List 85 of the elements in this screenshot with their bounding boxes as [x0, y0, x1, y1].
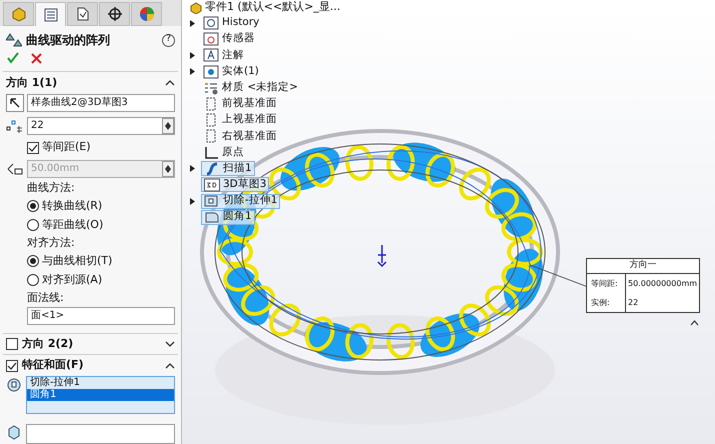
radio-button[interactable] — [27, 255, 39, 268]
expand-chevron-icon[interactable] — [165, 341, 175, 348]
color-wheel-icon — [138, 6, 154, 22]
callout-label: 等间距: — [590, 278, 619, 290]
solid-folder-icon — [203, 64, 219, 79]
panel-tab[interactable] — [99, 2, 130, 26]
tree-item[interactable]: 材质 <未指定> — [201, 80, 300, 96]
reverse-direction-button[interactable] — [6, 94, 24, 112]
radio-label: 对齐到源(A) — [42, 272, 102, 288]
ok-check-icon[interactable] — [7, 52, 19, 64]
tree-item[interactable]: 切除-拉伸1 — [201, 194, 280, 209]
face-normal-field[interactable]: 面<1> — [27, 306, 175, 325]
collapse-chevron-icon[interactable] — [165, 80, 175, 86]
clock-folder-icon — [203, 16, 219, 30]
tree-item[interactable]: 圆角1 — [201, 210, 255, 225]
callout-label: 实例: — [590, 296, 611, 308]
part-icon — [190, 2, 202, 14]
leader-line — [530, 264, 588, 288]
equal-spacing-checkbox[interactable] — [27, 142, 39, 154]
tree-item[interactable]: 前视基准面 — [201, 96, 279, 112]
panel-title: 曲线驱动的阵列 — [26, 32, 111, 49]
feature-tree-icon — [10, 6, 26, 22]
cancel-x-icon[interactable] — [31, 52, 42, 64]
help-button[interactable]: ? — [162, 34, 175, 46]
collapse-chevron-icon[interactable] — [165, 362, 175, 369]
instance-count-icon — [6, 118, 24, 133]
list-item[interactable]: 切除-拉伸1 — [27, 377, 174, 389]
radio-button[interactable] — [27, 200, 39, 212]
expand-arrow-icon[interactable] — [190, 198, 194, 205]
radio-button[interactable] — [27, 219, 39, 232]
faces-list[interactable] — [26, 424, 175, 444]
tree-item[interactable]: 扫描1 — [201, 161, 255, 176]
tree-item[interactable]: 原点 — [201, 145, 246, 160]
sweep-curve-icon — [204, 162, 220, 176]
feature-selection-icon — [6, 376, 22, 392]
callout-value[interactable]: 22 — [625, 293, 699, 312]
fillet-icon — [204, 210, 220, 224]
tree-item[interactable]: 传感器 — [201, 32, 257, 47]
panel-tab[interactable] — [67, 2, 98, 26]
tree-item[interactable]: 右视基准面 — [201, 128, 279, 144]
tree-item[interactable]: 实体(1) — [201, 64, 261, 80]
tree-item[interactable]: 注解 — [201, 48, 246, 63]
cut-extrude-icon — [204, 194, 220, 208]
expand-arrow-icon[interactable] — [190, 52, 194, 59]
tree-item[interactable]: History — [201, 16, 262, 31]
crosshair-icon — [106, 6, 122, 22]
section-title: 方向 2(2) — [22, 336, 74, 352]
face-normal-label: 面法线: — [27, 290, 65, 306]
curve-method-label: 曲线方法: — [27, 180, 76, 196]
expand-arrow-icon[interactable] — [190, 165, 194, 172]
align-method-label: 对齐方法: — [27, 234, 76, 251]
spacing-dimension-icon — [6, 162, 24, 176]
origin-axes-icon — [203, 146, 219, 160]
collapse-chevron-icon[interactable] — [690, 320, 699, 326]
gauge-folder-icon — [203, 32, 219, 46]
tree-root[interactable]: 零件1 (默认<<默认>_显... — [205, 0, 340, 16]
spin-buttons[interactable] — [162, 118, 174, 134]
callout-title: 方向一 — [587, 259, 699, 274]
letter-folder-icon — [203, 48, 219, 62]
expand-arrow-icon[interactable] — [190, 68, 194, 76]
section-title: 方向 1(1) — [6, 74, 58, 91]
list-item[interactable]: 圆角1 — [27, 389, 174, 401]
curve-input-field[interactable]: 样条曲线2@3D草图3 — [27, 94, 175, 112]
configuration-icon — [74, 6, 90, 22]
property-list-icon — [42, 6, 58, 22]
tree-item[interactable]: 上视基准面 — [201, 112, 279, 128]
features-checkbox[interactable] — [6, 360, 18, 372]
radio-label: 等距曲线(O) — [42, 216, 104, 233]
checkbox-label: 等间距(E) — [42, 139, 91, 156]
section-title: 特征和面(F) — [22, 357, 85, 374]
material-icon — [203, 80, 219, 95]
count-field[interactable]: 22 — [27, 116, 175, 135]
face-cube-icon — [6, 424, 22, 440]
pattern-icon — [6, 32, 22, 48]
panel-tab[interactable] — [35, 2, 66, 26]
sketch-icon — [204, 178, 220, 192]
radio-label: 与曲线相切(T) — [42, 252, 112, 269]
callout-value[interactable]: 50.00000000mm — [625, 274, 699, 293]
tree-item[interactable]: 3D草图3 — [201, 177, 270, 192]
radio-label: 转换曲线(R) — [42, 198, 102, 214]
diagonal-arrow-icon — [9, 96, 21, 109]
radio-button[interactable] — [27, 274, 39, 286]
triad-axis-icon — [377, 244, 387, 268]
direction-checkbox[interactable] — [6, 338, 18, 350]
expand-arrow-icon[interactable] — [190, 20, 194, 27]
